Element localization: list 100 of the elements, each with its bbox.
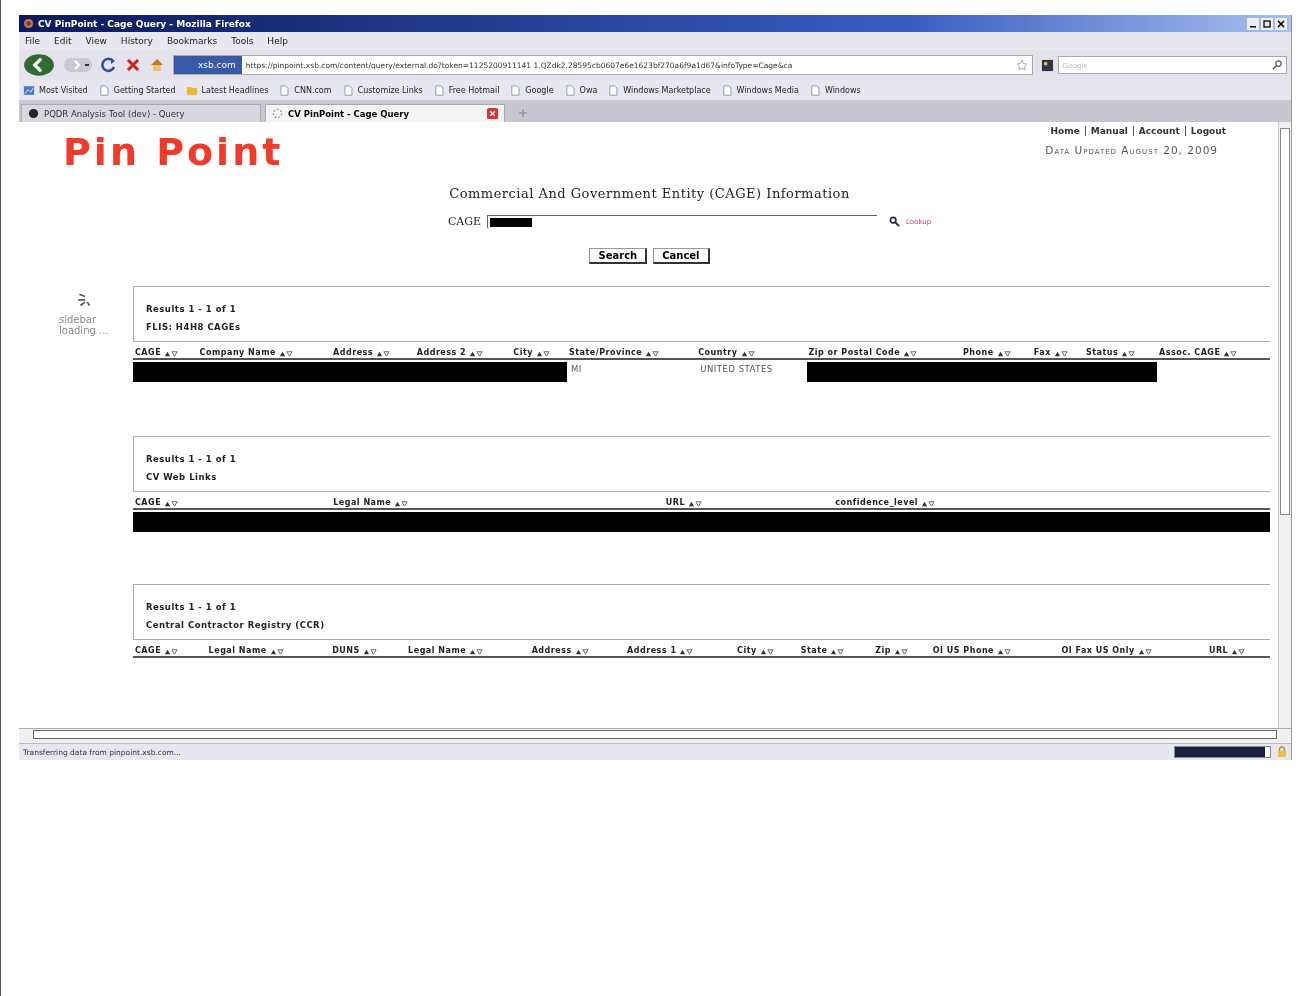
column-header[interactable]: CAGE [135, 646, 162, 656]
column-header[interactable]: Zip [875, 646, 892, 656]
sort-arrows-icon[interactable] [574, 648, 589, 655]
menu-item[interactable]: View [85, 36, 107, 46]
bookmark-link[interactable]: Google [509, 84, 554, 96]
column-header[interactable]: State/Province [569, 348, 643, 358]
sort-arrows-icon[interactable] [645, 350, 660, 357]
sort-arrows-icon[interactable] [376, 350, 391, 357]
column-header[interactable]: CAGE [135, 348, 162, 358]
form-button[interactable]: Search [589, 248, 648, 264]
column-header[interactable]: City [513, 348, 533, 358]
column-header[interactable]: OI Fax US Only [1061, 646, 1135, 656]
sort-arrows-icon[interactable] [997, 648, 1012, 655]
magnifier-icon [889, 216, 901, 227]
close-tab-icon[interactable] [487, 108, 498, 119]
column-header[interactable]: Legal Name [208, 646, 267, 656]
column-header[interactable]: Country [698, 348, 738, 358]
menu-item[interactable]: Edit [54, 36, 72, 46]
bookmark-link[interactable]: Owa [563, 84, 598, 96]
sort-arrows-icon[interactable] [535, 350, 550, 357]
sort-arrows-icon[interactable] [469, 350, 484, 357]
sort-arrows-icon[interactable] [164, 350, 179, 357]
column-header[interactable]: CAGE [135, 498, 162, 508]
nav-link[interactable]: Logout [1184, 126, 1226, 136]
nav-link[interactable]: Account [1132, 126, 1180, 136]
sort-arrows-icon[interactable] [903, 350, 918, 357]
browser-tab[interactable]: PQDR Analysis Tool (dev) - Query [21, 104, 261, 122]
sort-arrows-icon[interactable] [894, 648, 909, 655]
sort-arrows-icon[interactable] [759, 648, 774, 655]
sort-arrows-icon[interactable] [394, 500, 409, 507]
menu-item[interactable]: Tools [231, 36, 254, 46]
menu-item[interactable]: History [120, 36, 153, 46]
maximize-button[interactable] [1261, 17, 1273, 30]
sort-arrows-icon[interactable] [1121, 350, 1136, 357]
bookmark-link[interactable]: Latest Headlines [185, 84, 269, 96]
column-header[interactable]: Legal Name [408, 646, 467, 656]
menu-item[interactable]: File [25, 36, 41, 46]
column-header[interactable]: URL [665, 498, 686, 508]
column-header[interactable]: Phone [962, 348, 994, 358]
column-header[interactable]: Address 1 [627, 646, 677, 656]
sort-arrows-icon[interactable] [740, 350, 755, 357]
form-button[interactable]: Cancel [653, 248, 710, 264]
column-header[interactable]: Zip or Postal Code [808, 348, 901, 358]
sort-arrows-icon[interactable] [278, 350, 293, 357]
sort-arrows-icon[interactable] [921, 500, 936, 507]
horizontal-scrollbar[interactable] [19, 728, 1291, 743]
sort-arrows-icon[interactable] [164, 500, 179, 507]
close-button[interactable] [1275, 17, 1287, 30]
sort-arrows-icon[interactable] [1053, 350, 1068, 357]
column-header[interactable]: Company Name [199, 348, 276, 358]
panel-title: CV Web Links [146, 472, 218, 482]
bookmark-link[interactable]: Windows [808, 84, 861, 96]
bookmark-link[interactable]: CNN.com [278, 84, 332, 96]
sort-arrows-icon[interactable] [362, 648, 377, 655]
bookmark-link[interactable]: Most Visited [23, 84, 88, 96]
browser-tab[interactable]: CV PinPoint - Cage Query [265, 104, 505, 122]
search-icon[interactable] [1272, 59, 1283, 70]
sort-arrows-icon[interactable] [688, 500, 703, 507]
stop-icon[interactable] [125, 57, 141, 73]
column-header[interactable]: Address [333, 348, 374, 358]
bookmark-link[interactable]: Customize Links [341, 84, 423, 96]
sort-arrows-icon[interactable] [1137, 648, 1152, 655]
sort-arrows-icon[interactable] [269, 648, 284, 655]
bookmark-link[interactable]: Free Hotmail [432, 84, 500, 96]
nav-link[interactable]: Manual [1084, 126, 1128, 136]
sort-arrows-icon[interactable] [830, 648, 845, 655]
home-icon[interactable] [149, 57, 165, 73]
sort-arrows-icon[interactable] [1231, 648, 1246, 655]
sort-arrows-icon[interactable] [679, 648, 694, 655]
nav-link[interactable]: Home [1050, 126, 1080, 136]
reload-icon[interactable] [101, 57, 117, 73]
sort-arrows-icon[interactable] [996, 350, 1011, 357]
column-header[interactable]: Fax [1033, 348, 1051, 358]
column-header[interactable]: Address 2 [416, 348, 467, 358]
column-header[interactable]: Status [1086, 348, 1119, 358]
sort-arrows-icon[interactable] [164, 648, 179, 655]
menu-item[interactable]: Help [267, 36, 288, 46]
column-header[interactable]: Assoc. CAGE [1159, 348, 1221, 358]
column-header[interactable]: City [737, 646, 757, 656]
star-icon[interactable] [1016, 59, 1028, 71]
search-field[interactable]: Google [1058, 56, 1287, 74]
minimize-button[interactable] [1247, 17, 1259, 30]
site-identity-badge[interactable]: xsb.com [174, 56, 242, 74]
column-header[interactable]: OI US Phone [932, 646, 995, 656]
vertical-scrollbar[interactable] [1278, 122, 1291, 728]
column-header[interactable]: Legal Name [333, 498, 392, 508]
cage-input-field[interactable] [487, 215, 878, 228]
search-engine-icon[interactable] [1041, 58, 1054, 72]
menu-item[interactable]: Bookmarks [166, 36, 218, 46]
column-header[interactable]: DUNS [332, 646, 360, 656]
bookmark-link[interactable]: Getting Started [97, 84, 176, 96]
column-header[interactable]: State [800, 646, 828, 656]
sort-arrows-icon[interactable] [469, 648, 484, 655]
bookmark-link[interactable]: Windows Marketplace [607, 84, 711, 96]
back-button[interactable] [23, 53, 55, 77]
column-header[interactable]: Address [531, 646, 572, 656]
column-header[interactable]: confidence_level [835, 498, 919, 508]
column-header[interactable]: URL [1208, 646, 1229, 656]
sort-arrows-icon[interactable] [1223, 350, 1238, 357]
bookmark-link[interactable]: Windows Media [720, 84, 799, 96]
